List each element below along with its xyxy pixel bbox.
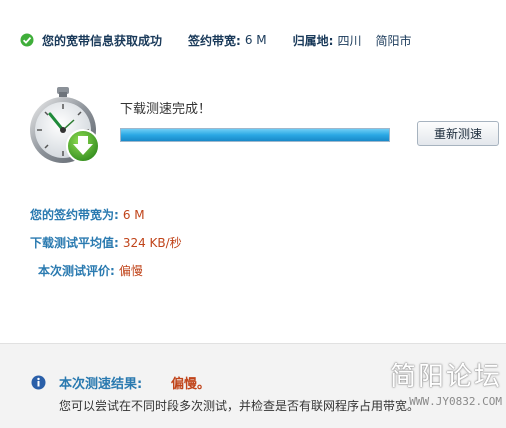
average-speed-label: 下载测试平均值: bbox=[30, 236, 119, 250]
location-label: 归属地: bbox=[292, 33, 334, 48]
header-title: 您的宽带信息获取成功 bbox=[42, 33, 163, 48]
success-check-icon bbox=[20, 33, 34, 47]
average-speed-row: 下载测试平均值: 324 KB/秒 bbox=[30, 234, 182, 251]
contract-bandwidth-value: 6 M bbox=[122, 208, 145, 222]
result-panel: 本次测速结果: 偏慢。 您可以尝试在不同时段多次测试，并检查是否有联网程序占用带… bbox=[0, 343, 506, 428]
speed-test-panel: 您的宽带信息获取成功 签约带宽: 6 M 归属地: 四川 简阳市 下载测速完成！… bbox=[0, 0, 506, 343]
download-progress-fill bbox=[121, 129, 389, 141]
test-rating-label: 本次测试评价: bbox=[38, 264, 115, 278]
average-speed-value: 324 KB/秒 bbox=[122, 236, 182, 250]
info-icon bbox=[31, 375, 46, 390]
result-value: 偏慢。 bbox=[171, 377, 211, 392]
contract-bandwidth-label: 您的签约带宽为: bbox=[30, 208, 119, 222]
watermark-url: WWW.JY0832.COM bbox=[409, 395, 502, 408]
watermark-title: 简阳论坛 bbox=[389, 362, 502, 392]
broadband-info-header: 您的宽带信息获取成功 签约带宽: 6 M 归属地: 四川 简阳市 bbox=[20, 30, 411, 50]
advice-text: 您可以尝试在不同时段多次测试，并检查是否有联网程序占用带宽。 bbox=[59, 399, 420, 413]
forum-watermark: 简阳论坛 WWW.JY0832.COM bbox=[372, 356, 502, 426]
retest-button[interactable]: 重新测速 bbox=[417, 121, 499, 146]
test-rating-row: 本次测试评价: 偏慢 bbox=[38, 262, 143, 279]
contract-bandwidth-row: 您的签约带宽为: 6 M bbox=[30, 206, 145, 223]
location-city: 简阳市 bbox=[375, 33, 412, 48]
download-progress-bar bbox=[120, 128, 390, 142]
location-province: 四川 bbox=[337, 33, 362, 48]
test-rating-value: 偏慢 bbox=[118, 264, 143, 278]
result-label: 本次测速结果: bbox=[59, 377, 143, 392]
bandwidth-label: 签约带宽: bbox=[188, 33, 241, 48]
bandwidth-value: 6 M bbox=[244, 33, 267, 47]
stopwatch-download-icon bbox=[30, 87, 100, 163]
test-status-text: 下载测速完成！ bbox=[120, 102, 212, 117]
